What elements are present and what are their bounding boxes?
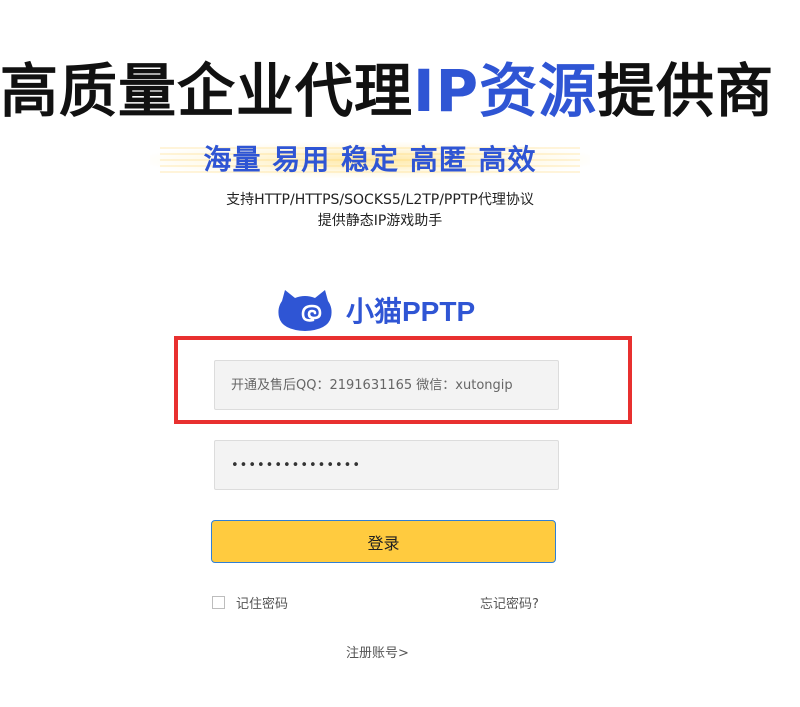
headline-part-2: IP资源 (413, 57, 598, 125)
password-input[interactable] (214, 440, 559, 490)
remember-checkbox[interactable] (212, 596, 225, 609)
game-helper-text: 提供静态IP游戏助手 (317, 213, 443, 229)
page-headline: 高质量企业代理IP资源提供商 (0, 56, 773, 126)
remember-label: 记住密码 (236, 597, 289, 612)
headline-part-3: 提供商 (597, 57, 775, 125)
login-button[interactable]: 登录 (211, 520, 556, 563)
brand: 小猫PPTP (276, 286, 475, 334)
slogan-banner: 海量 易用 稳定 高匿 高效 (150, 138, 590, 184)
headline-part-1: 高质量企业代理 (0, 57, 414, 125)
slogan-text: 海量 易用 稳定 高匿 高效 (203, 143, 537, 176)
forgot-password-link[interactable]: 忘记密码? (480, 593, 539, 612)
username-input[interactable] (214, 360, 559, 410)
brand-name: 小猫PPTP (346, 296, 476, 327)
cat-cloud-logo-icon (278, 290, 332, 331)
register-link[interactable]: 注册账号> (0, 642, 755, 661)
remember-password[interactable]: 记住密码 (212, 593, 288, 612)
protocol-support-text: 支持HTTP/HTTPS/SOCKS5/L2TP/PPTP代理协议 (226, 192, 534, 208)
